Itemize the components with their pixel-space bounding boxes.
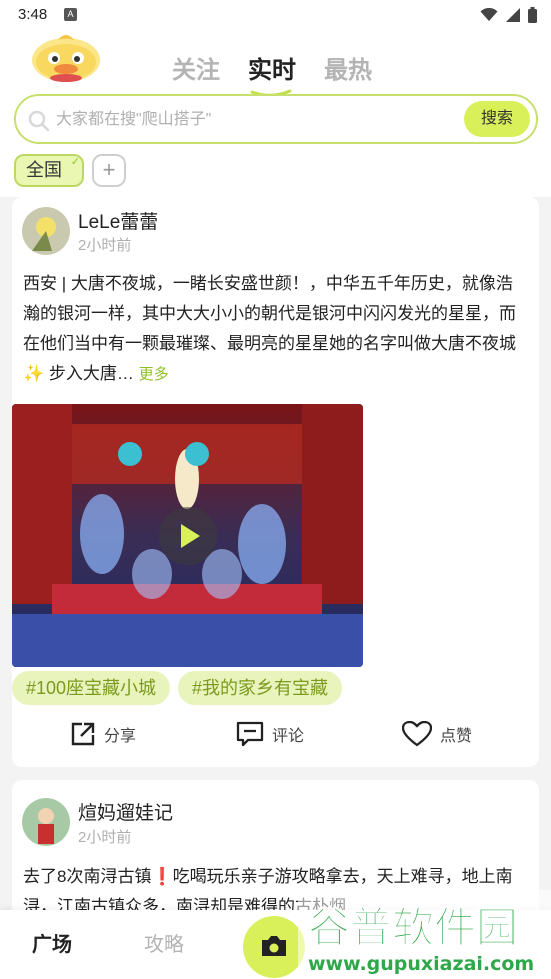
more-link[interactable]: 更多 (139, 366, 169, 383)
status-bar: 3:48 A (0, 0, 551, 32)
region-filter: 全国 ✓ + (14, 154, 126, 187)
nav-guide[interactable]: 攻略 (144, 928, 184, 957)
post-card[interactable]: LeLe蕾蕾 2小时前 西安 | 大唐不夜城，一睹长安盛世颜！，中华五千年历史，… (12, 197, 539, 767)
comment-label: 评论 (272, 728, 305, 745)
heart-icon (402, 721, 432, 747)
nav-square[interactable]: 广场 (32, 928, 72, 957)
share-label: 分享 (104, 728, 137, 745)
like-label: 点赞 (440, 728, 473, 745)
comment-button[interactable]: 评论 (236, 721, 304, 747)
tab-follow[interactable]: 关注 (172, 50, 220, 85)
avatar[interactable] (22, 207, 70, 255)
region-chip[interactable]: 全国 ✓ (14, 154, 84, 187)
play-button[interactable] (159, 507, 217, 565)
wifi-icon (480, 8, 498, 21)
play-icon (181, 524, 200, 548)
watermark-url: www.gupuxiazai.com (308, 953, 534, 975)
post-time: 2小时前 (78, 237, 132, 254)
post-username[interactable]: LeLe蕾蕾 (78, 207, 158, 234)
header: 关注 实时 最热 搜索 全国 ✓ + (0, 32, 551, 197)
add-region-button[interactable]: + (92, 154, 126, 187)
search-button[interactable]: 搜索 (464, 101, 530, 137)
feed-tabs: 关注 实时 最热 (172, 50, 372, 97)
region-label: 全国 (26, 160, 62, 180)
check-icon: ✓ (70, 156, 80, 168)
tab-hot[interactable]: 最热 (324, 50, 372, 85)
post-text[interactable]: 西安 | 大唐不夜城，一睹长安盛世颜！，中华五千年历史，就像浩瀚的银河一样，其中… (23, 269, 523, 390)
camera-icon (262, 936, 286, 956)
search-bar: 搜索 (14, 94, 538, 144)
watermark-title: 谷普软件园 (308, 903, 518, 952)
avatar[interactable] (22, 798, 70, 846)
comment-icon (236, 721, 264, 747)
tab-realtime[interactable]: 实时 (248, 50, 296, 97)
topic-tag[interactable]: #100座宝藏小城 (12, 671, 171, 705)
a-notification-icon: A (64, 8, 77, 21)
share-icon (71, 722, 95, 746)
system-icons (480, 6, 537, 24)
topic-tag[interactable]: #我的家乡有宝藏 (178, 671, 343, 705)
status-time: 3:48 (18, 6, 48, 23)
signal-icon (506, 8, 520, 22)
tag-row: #100座宝藏小城 #我的家乡有宝藏 (12, 671, 343, 705)
share-button[interactable]: 分享 (70, 721, 136, 747)
like-button[interactable]: 点赞 (402, 721, 472, 747)
battery-icon (528, 7, 537, 23)
post-time: 2小时前 (78, 829, 132, 846)
search-icon (28, 110, 50, 132)
post-username[interactable]: 煊妈遛娃记 (78, 798, 173, 825)
watermark: 谷普软件园 www.gupuxiazai.com (298, 890, 551, 979)
video-thumbnail[interactable] (12, 404, 363, 667)
post-body: 西安 | 大唐不夜城，一睹长安盛世颜！，中华五千年历史，就像浩瀚的银河一样，其中… (23, 274, 516, 383)
search-input[interactable] (56, 107, 456, 133)
camera-button[interactable] (243, 916, 305, 978)
post-actions: 分享 评论 点赞 (12, 717, 539, 757)
duck-mascot-icon[interactable] (28, 32, 104, 84)
